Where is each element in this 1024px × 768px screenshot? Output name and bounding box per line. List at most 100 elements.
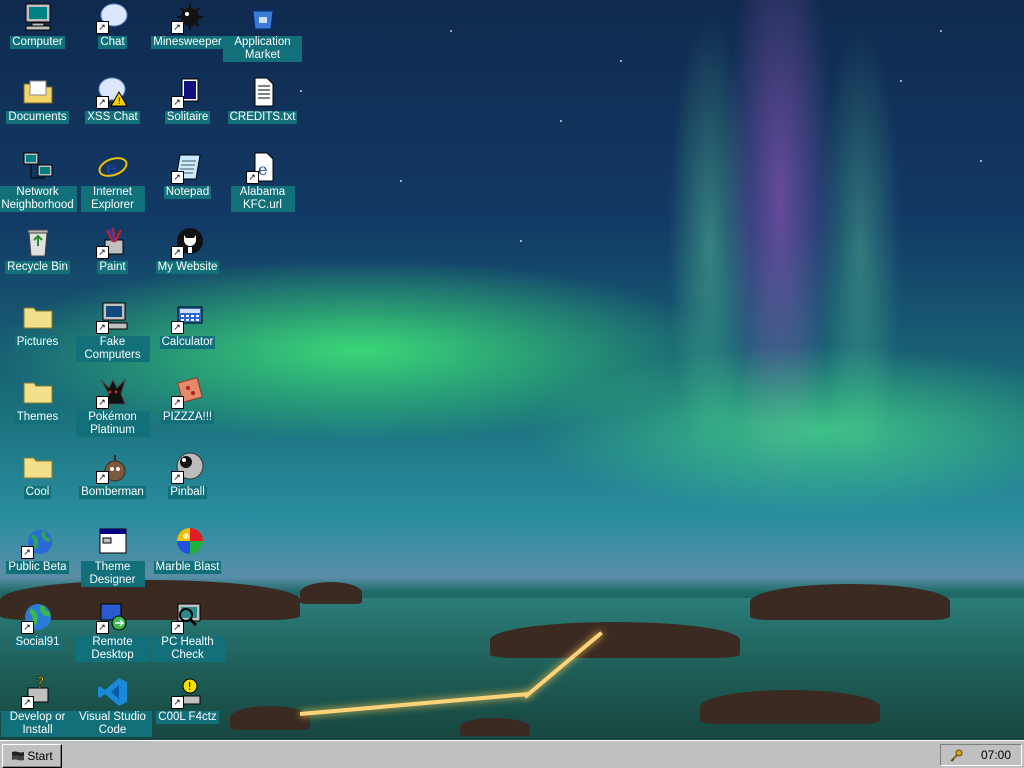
desktop-icon-solitaire[interactable]: ↗ Solitaire — [150, 75, 225, 150]
desktop-icon-xss-chat[interactable]: ! ↗ XSS Chat — [75, 75, 150, 150]
desktop-icon-calculator[interactable]: ↗ Calculator — [150, 300, 225, 375]
desktop-icon-label: CREDITS.txt — [227, 111, 298, 124]
app-market-icon — [246, 0, 280, 34]
desktop-icon-label: Cool — [23, 486, 52, 499]
desktop-icon-fake-computers[interactable]: ↗ Fake Computers — [75, 300, 150, 375]
globe-icon: ↗ — [20, 525, 55, 559]
desktop-icon-paint[interactable]: ↗ Paint — [75, 225, 150, 300]
desktop-icon-label: Bomberman — [79, 486, 146, 499]
desktop-icon-label: PIZZZA!!! — [160, 411, 215, 424]
desktop-icon-marble-blast[interactable]: Marble Blast — [150, 525, 225, 600]
social-globe-icon: ↗ — [20, 600, 55, 634]
desktop-icon-bomberman[interactable]: ↗ Bomberman — [75, 450, 150, 525]
folder-icon — [21, 450, 55, 484]
chat-icon: ↗ — [95, 0, 130, 34]
desktop-icon-theme-designer[interactable]: Theme Designer — [75, 525, 150, 600]
desktop-icon-label: Themes — [14, 411, 61, 424]
desktop-icon-label: Alabama KFC.url — [230, 186, 295, 212]
paint-icon: ↗ — [95, 225, 130, 259]
desktop-icon-label: Visual Studio Code — [73, 711, 152, 737]
key-icon[interactable] — [949, 749, 963, 763]
desktop-icon-label: Internet Explorer — [80, 186, 145, 212]
desktop-icon-credits-txt[interactable]: CREDITS.txt — [225, 75, 300, 150]
clock[interactable]: 07:00 — [981, 748, 1011, 762]
folder-icon — [21, 300, 55, 334]
system-tray: 07:00 — [940, 744, 1022, 766]
desktop-icon-label: Theme Designer — [80, 561, 145, 587]
desktop-icon-develop-or-install[interactable]: ? ↗ Develop or Install — [0, 675, 75, 750]
desktop-icon-internet-explorer[interactable]: e Internet Explorer — [75, 150, 150, 225]
desktop-icon-label: C00L F4ctz — [156, 711, 219, 724]
documents-folder-icon — [21, 75, 55, 109]
desktop-icon-label: Fake Computers — [75, 336, 150, 362]
github-icon: ↗ — [170, 225, 205, 259]
desktop-icon-themes[interactable]: Themes — [0, 375, 75, 450]
pc-health-icon: ↗ — [170, 600, 205, 634]
desktop-icon-remote-desktop[interactable]: ↗ Remote Desktop — [75, 600, 150, 675]
remote-desktop-icon: ↗ — [95, 600, 130, 634]
desktop-icon-recycle-bin[interactable]: Recycle Bin — [0, 225, 75, 300]
desktop-icon-label: Solitaire — [164, 111, 211, 124]
minesweeper-icon: ↗ — [170, 0, 205, 34]
desktop-icon-pc-health-check[interactable]: ↗ PC Health Check — [150, 600, 225, 675]
desktop-icon-visual-studio-code[interactable]: Visual Studio Code — [73, 675, 152, 750]
desktop-icon-label: PC Health Check — [150, 636, 225, 662]
desktop-icon-public-beta[interactable]: ↗ Public Beta — [0, 525, 75, 600]
desktop-icon-label: XSS Chat — [85, 111, 140, 124]
text-file-icon — [246, 75, 280, 109]
desktop-icon-pinball[interactable]: ↗ Pinball — [150, 450, 225, 525]
desktop-icon-cool[interactable]: Cool — [0, 450, 75, 525]
pokemon-icon: ↗ — [95, 375, 130, 409]
desktop-icon-pizza[interactable]: ↗ PIZZZA!!! — [150, 375, 225, 450]
desktop-icon-my-website[interactable]: ↗ My Website — [150, 225, 225, 300]
desktop-icon-pictures[interactable]: Pictures — [0, 300, 75, 375]
svg-text:e: e — [106, 158, 117, 179]
desktop-icon-label: Application Market — [223, 36, 302, 62]
recycle-bin-icon — [21, 225, 55, 259]
desktop-icon-label: Network Neighborhood — [0, 186, 77, 212]
desktop-icon-label: Calculator — [159, 336, 216, 349]
desktop-icon-label: Social91 — [13, 636, 62, 649]
desktop-icon-application-market[interactable]: Application Market — [223, 0, 302, 75]
desktop-icon-alabama-kfc-url[interactable]: e ↗ Alabama KFC.url — [225, 150, 300, 225]
desktop-icon-notepad[interactable]: ↗ Notepad — [150, 150, 225, 225]
desktop-icon-pokemon-platinum[interactable]: ↗ Pokémon Platinum — [75, 375, 150, 450]
desktop-icon-network-neighborhood[interactable]: Network Neighborhood — [0, 150, 77, 225]
desktop-icon-label: Notepad — [163, 186, 212, 199]
desktop-icon-label: Develop or Install — [0, 711, 75, 737]
vscode-icon — [96, 675, 130, 709]
start-logo-icon — [12, 751, 25, 761]
folder-icon — [21, 375, 55, 409]
svg-text:e: e — [258, 160, 267, 179]
url-file-icon: e ↗ — [245, 150, 280, 184]
desktop-icon-label: Chat — [98, 36, 127, 49]
xss-chat-icon: ! ↗ — [95, 75, 130, 109]
start-button[interactable]: Start — [2, 744, 62, 768]
desktop-icon-computer[interactable]: Computer — [0, 0, 75, 75]
desktop-icon-chat[interactable]: ↗ Chat — [75, 0, 150, 75]
notepad-icon: ↗ — [170, 150, 205, 184]
desktop-icon-label: Pinball — [168, 486, 207, 499]
svg-text:?: ? — [36, 676, 45, 692]
desktop-icon-minesweeper[interactable]: ↗ Minesweeper — [150, 0, 225, 75]
computer-icon — [21, 0, 55, 34]
desktop-icon-label: Remote Desktop — [75, 636, 150, 662]
desktop-icon-documents[interactable]: Documents — [0, 75, 75, 150]
desktop-icon-label: Marble Blast — [153, 561, 222, 574]
desktop-icon-label: Computer — [10, 36, 65, 49]
desktop-icon-cool-facts[interactable]: ! ↗ C00L F4ctz — [150, 675, 225, 750]
desktop-icon-label: Pokémon Platinum — [75, 411, 150, 437]
desktop-icon-social91[interactable]: ↗ Social91 — [0, 600, 75, 675]
desktop-icon-label: Documents — [6, 111, 69, 124]
pizza-icon: ↗ — [170, 375, 205, 409]
theme-designer-icon — [96, 525, 130, 559]
svg-text:!: ! — [117, 97, 121, 107]
marble-icon — [171, 525, 205, 559]
desktop-icon-label: Minesweeper — [151, 36, 224, 49]
develop-install-icon: ? ↗ — [20, 675, 55, 709]
calculator-icon: ↗ — [170, 300, 205, 334]
svg-text:!: ! — [187, 680, 191, 693]
internet-explorer-icon: e — [96, 150, 130, 184]
pinball-icon: ↗ — [170, 450, 205, 484]
desktop-icon-label: Recycle Bin — [5, 261, 70, 274]
